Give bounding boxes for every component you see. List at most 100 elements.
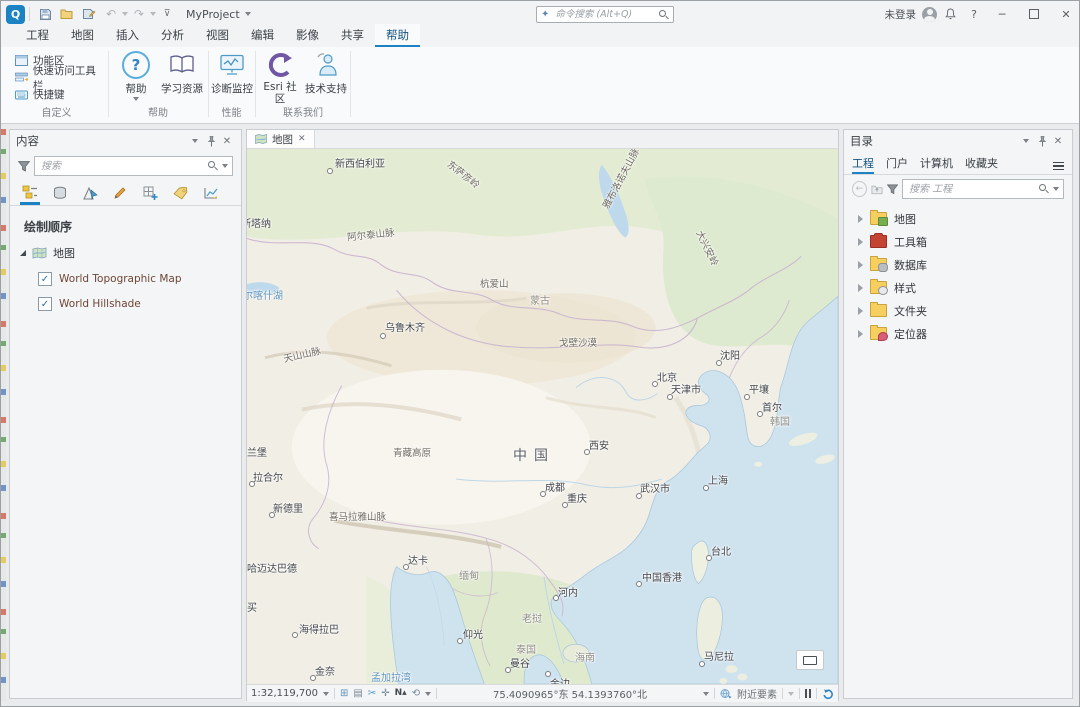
catalog-item-地图[interactable]: 地图 xyxy=(844,207,1072,230)
scale-caret-icon[interactable] xyxy=(323,691,329,696)
ribbon-tab-影像[interactable]: 影像 xyxy=(285,24,330,47)
expander-collapsed-icon[interactable] xyxy=(858,306,863,315)
expander-collapsed-icon[interactable] xyxy=(858,214,863,223)
filter-funnel-icon[interactable] xyxy=(18,160,30,172)
save-project-icon[interactable] xyxy=(35,4,55,24)
redo-icon[interactable]: ↷ xyxy=(129,4,149,24)
ribbon-tab-编辑[interactable]: 编辑 xyxy=(240,24,285,47)
restore-button[interactable] xyxy=(1019,2,1049,26)
grid-icon[interactable]: ▤ xyxy=(353,688,362,699)
map-view-tab[interactable]: 地图 ✕ xyxy=(247,130,315,148)
save-as-icon[interactable] xyxy=(79,4,99,24)
redo-caret-icon[interactable] xyxy=(150,12,156,16)
quick-access-customize-icon[interactable]: ⊽ xyxy=(157,4,177,24)
catalog-item-定位器[interactable]: 定位器 xyxy=(844,322,1072,345)
project-name[interactable]: MyProject xyxy=(186,8,251,21)
map-scale[interactable]: 1:32,119,700 xyxy=(251,688,318,699)
list-by-labeling-icon[interactable] xyxy=(170,183,190,205)
close-button[interactable]: ✕ xyxy=(1051,2,1079,26)
expander-collapsed-icon[interactable] xyxy=(858,260,863,269)
close-pane-icon[interactable]: ✕ xyxy=(219,133,235,149)
ribbon-tab-工程[interactable]: 工程 xyxy=(15,24,60,47)
list-by-editing-icon[interactable] xyxy=(110,183,130,205)
ribbon-tab-共享[interactable]: 共享 xyxy=(330,24,375,47)
esri-community-button[interactable]: Esri 社区 xyxy=(259,51,301,105)
catalog-tab-收藏夹[interactable]: 收藏夹 xyxy=(965,155,998,174)
list-by-drawing-order-icon[interactable] xyxy=(20,182,40,205)
catalog-menu-icon[interactable] xyxy=(1053,161,1064,175)
map-overlay-button[interactable] xyxy=(796,650,824,670)
ribbon-tab-地图[interactable]: 地图 xyxy=(60,24,105,47)
learn-resources-button[interactable]: 学习资源 xyxy=(159,51,205,96)
catalog-item-样式[interactable]: 样式 xyxy=(844,276,1072,299)
help-button[interactable]: ? 帮助 xyxy=(113,51,159,101)
command-search-input[interactable] xyxy=(553,8,655,21)
filter-funnel-icon[interactable] xyxy=(886,184,898,195)
pane-menu-caret-icon[interactable] xyxy=(1018,133,1034,149)
catalog-tab-计算机[interactable]: 计算机 xyxy=(920,155,953,174)
list-by-charts-icon[interactable] xyxy=(200,183,220,205)
expander-collapsed-icon[interactable] xyxy=(858,237,863,246)
catalog-tab-工程[interactable]: 工程 xyxy=(852,155,874,174)
contents-search-input[interactable] xyxy=(39,159,204,173)
catalog-item-文件夹[interactable]: 文件夹 xyxy=(844,299,1072,322)
list-by-data-source-icon[interactable] xyxy=(50,183,70,205)
expander-expanded-icon[interactable] xyxy=(20,250,26,256)
help-icon[interactable]: ? xyxy=(963,2,985,26)
ribbon-tab-插入[interactable]: 插入 xyxy=(105,24,150,47)
diagnostic-monitor-button[interactable]: 诊断监控 xyxy=(209,51,255,96)
user-avatar[interactable] xyxy=(922,6,937,22)
app-logo-icon[interactable]: Q xyxy=(6,4,25,24)
nearby-features-label[interactable]: 附近要素 xyxy=(737,686,777,701)
selection-tool-icon[interactable]: ✂ xyxy=(368,688,376,699)
north-arrow-icon[interactable]: N▴ xyxy=(395,689,407,698)
list-by-selection-icon[interactable] xyxy=(80,183,100,205)
pane-menu-caret-icon[interactable] xyxy=(187,133,203,149)
close-pane-icon[interactable]: ✕ xyxy=(1050,133,1066,149)
coords-caret-icon[interactable] xyxy=(703,691,709,696)
search-options-caret-icon[interactable] xyxy=(222,164,228,168)
pin-icon[interactable] xyxy=(1034,133,1050,149)
undo-caret-icon[interactable] xyxy=(122,12,128,16)
minimize-button[interactable]: ─ xyxy=(987,2,1017,26)
sign-in-status[interactable]: 未登录 xyxy=(885,7,917,22)
map-tree-node[interactable]: 地图 xyxy=(10,235,241,261)
contents-search-box[interactable] xyxy=(34,156,233,176)
list-by-snapping-icon[interactable] xyxy=(140,183,160,205)
search-options-caret-icon[interactable] xyxy=(1053,187,1059,191)
open-project-icon[interactable] xyxy=(57,4,77,24)
ribbon-tab-视图[interactable]: 视图 xyxy=(195,24,240,47)
catalog-tab-门户[interactable]: 门户 xyxy=(886,155,908,174)
map-canvas[interactable]: 新西伯利亚东萨彦岭雅布洛诺夫山脉阿斯塔纳阿尔泰山脉杭爱山蒙古巴尔喀什湖乌鲁木齐天… xyxy=(247,149,838,684)
expander-collapsed-icon[interactable] xyxy=(858,283,863,292)
catalog-search-input[interactable] xyxy=(907,182,1035,196)
catalog-item-工具箱[interactable]: 工具箱 xyxy=(844,230,1072,253)
notifications-bell-icon[interactable] xyxy=(940,4,960,24)
layer-row[interactable]: ✓ World Topographic Map xyxy=(10,272,241,286)
add-point-icon[interactable]: ✛ xyxy=(381,688,389,699)
catalog-search-box[interactable] xyxy=(902,179,1064,199)
undo-icon[interactable]: ↶ xyxy=(101,4,121,24)
command-search-box[interactable]: ✦ xyxy=(536,6,674,23)
layer-row[interactable]: ✓ World Hillshade xyxy=(10,297,241,311)
back-icon[interactable]: ← xyxy=(852,181,867,197)
pause-drawing-icon[interactable] xyxy=(805,689,811,698)
layer-visibility-checkbox[interactable]: ✓ xyxy=(38,297,52,311)
layer-visibility-checkbox[interactable]: ✓ xyxy=(38,272,52,286)
ribbon-tab-帮助[interactable]: 帮助 xyxy=(375,24,420,47)
cursor-coordinates[interactable]: 75.4090965°东 54.1393760°北 xyxy=(442,686,698,701)
add-extent-icon[interactable]: ⊞ xyxy=(340,688,348,699)
close-tab-icon[interactable]: ✕ xyxy=(298,134,306,144)
tech-support-button[interactable]: 技术支持 xyxy=(303,51,349,96)
catalog-item-数据库[interactable]: 数据库 xyxy=(844,253,1072,276)
pin-icon[interactable] xyxy=(203,133,219,149)
refresh-icon[interactable] xyxy=(822,688,834,700)
rotate-view-icon[interactable]: ⟲ xyxy=(412,688,420,699)
expander-collapsed-icon[interactable] xyxy=(858,329,863,338)
up-one-level-icon[interactable] xyxy=(871,184,883,195)
project-caret-icon xyxy=(244,12,251,16)
ribbon-tab-分析[interactable]: 分析 xyxy=(150,24,195,47)
ribbon-button[interactable]: 快速访问工具栏 xyxy=(7,65,106,92)
status-caret-icon[interactable] xyxy=(788,691,794,696)
nav-caret-icon[interactable] xyxy=(425,691,432,696)
